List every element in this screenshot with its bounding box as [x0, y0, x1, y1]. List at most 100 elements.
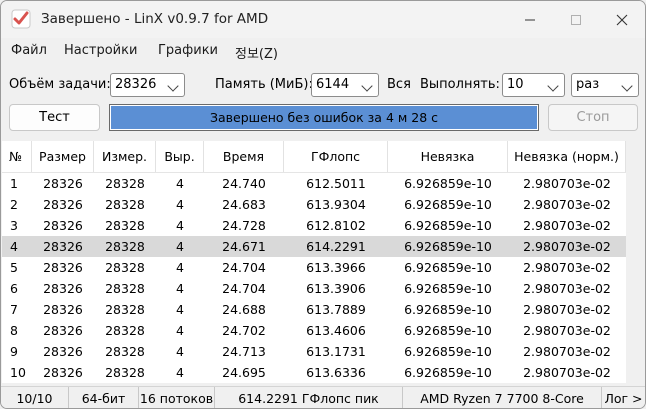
- cell-col-align: 4: [176, 365, 184, 380]
- maximize-button[interactable]: [553, 1, 599, 38]
- cell-col-size: 28326: [43, 281, 83, 296]
- cell-col-dimension: 28328: [105, 197, 145, 212]
- cell-col-gflops: 613.9304: [306, 197, 366, 212]
- cell-col-dimension: 28328: [105, 323, 145, 338]
- table-row[interactable]: 2 28326 28328 4 24.683 613.9304 6.926859e-10 2.…: [2, 194, 626, 215]
- progress-bar: Завершено без ошибок за 4 м 28 с: [109, 104, 539, 131]
- header-col-residual[interactable]: Невязка: [388, 141, 508, 172]
- cell-col-align: 4: [176, 176, 184, 191]
- window-title: Завершено - LinX v0.9.7 for AMD: [41, 11, 269, 27]
- minimize-icon: [525, 19, 535, 20]
- cell-col-size: 28326: [43, 302, 83, 317]
- header-col-gflops[interactable]: ГФлопс: [284, 141, 388, 172]
- cell-col-dimension: 28328: [105, 281, 145, 296]
- cell-col-gflops: 612.5011: [306, 176, 366, 191]
- problem-size-value: 28326: [115, 77, 157, 92]
- cell-col-align: 4: [176, 197, 184, 212]
- test-button[interactable]: Тест: [9, 104, 100, 131]
- header-col-size[interactable]: Размер: [32, 141, 94, 172]
- cell-col-number: 7: [10, 302, 18, 317]
- cell-col-align: 4: [176, 218, 184, 233]
- status-progress: 10/10: [1, 387, 69, 408]
- cell-col-size: 28326: [43, 176, 83, 191]
- run-unit-value: раз: [576, 77, 600, 92]
- cell-col-time: 24.671: [222, 239, 266, 254]
- cell-col-number: 1: [10, 176, 18, 191]
- cell-col-dimension: 28328: [105, 239, 145, 254]
- minimize-button[interactable]: [507, 1, 553, 38]
- cell-col-size: 28326: [43, 239, 83, 254]
- memory-label: Память (МиБ):: [215, 77, 313, 92]
- cell-col-dimension: 28328: [105, 260, 145, 275]
- chevron-down-icon: [361, 80, 373, 92]
- cell-col-residual-norm: 2.980703e-02: [523, 197, 611, 212]
- cell-col-gflops: 613.6336: [306, 365, 366, 380]
- cell-col-residual: 6.926859e-10: [404, 197, 492, 212]
- run-unit-combo[interactable]: раз: [571, 73, 639, 97]
- header-col-number[interactable]: №: [2, 141, 32, 172]
- menu-file[interactable]: Файл: [11, 43, 47, 58]
- cell-col-dimension: 28328: [105, 176, 145, 191]
- table-row[interactable]: 9 28326 28328 4 24.713 613.1731 6.926859e-10 2.…: [2, 341, 626, 362]
- problem-size-combo[interactable]: 28326: [110, 73, 185, 97]
- cell-col-align: 4: [176, 281, 184, 296]
- table-scrollbar[interactable]: [626, 141, 645, 383]
- cell-col-align: 4: [176, 239, 184, 254]
- cell-col-residual: 6.926859e-10: [404, 176, 492, 191]
- cell-col-time: 24.702: [222, 323, 266, 338]
- cell-col-dimension: 28328: [105, 302, 145, 317]
- run-count-combo[interactable]: 10: [502, 73, 565, 97]
- cell-col-time: 24.713: [222, 344, 266, 359]
- cell-col-gflops: 613.3906: [306, 281, 366, 296]
- cell-col-time: 24.683: [222, 197, 266, 212]
- status-bar: 10/10 64-бит 16 потоков 614.2291 ГФлопс пик…: [1, 386, 645, 408]
- cell-col-number: 4: [10, 239, 18, 254]
- cell-col-residual-norm: 2.980703e-02: [523, 218, 611, 233]
- header-col-dimension[interactable]: Измер.: [94, 141, 156, 172]
- table-row[interactable]: 1 28326 28328 4 24.740 612.5011 6.926859e-10 2.…: [2, 173, 626, 194]
- progress-text: Завершено без ошибок за 4 м 28 с: [209, 110, 439, 125]
- cell-col-align: 4: [176, 302, 184, 317]
- results-table: № Размер Измер. Выр. Время ГФлопс Невязка Невяз…: [2, 141, 626, 383]
- header-col-residual-norm[interactable]: Невязка (норм.): [508, 141, 626, 172]
- cell-col-time: 24.704: [222, 281, 266, 296]
- header-col-align[interactable]: Выр.: [156, 141, 204, 172]
- all-memory-label[interactable]: Вся: [387, 77, 411, 92]
- cell-col-time: 24.704: [222, 260, 266, 275]
- cell-col-align: 4: [176, 260, 184, 275]
- cell-col-size: 28326: [43, 323, 83, 338]
- table-row[interactable]: 6 28326 28328 4 24.704 613.3906 6.926859e-10 2.…: [2, 278, 626, 299]
- menu-settings[interactable]: Настройки: [64, 43, 137, 58]
- checkmark-icon: [11, 9, 31, 29]
- cell-col-time: 24.728: [222, 218, 266, 233]
- cell-col-residual: 6.926859e-10: [404, 239, 492, 254]
- close-button[interactable]: [599, 1, 645, 38]
- cell-col-residual: 6.926859e-10: [404, 323, 492, 338]
- cell-col-residual-norm: 2.980703e-02: [523, 323, 611, 338]
- cell-col-number: 6: [10, 281, 18, 296]
- stop-button[interactable]: Стоп: [548, 104, 638, 131]
- problem-size-label: Объём задачи:: [9, 77, 111, 92]
- table-row[interactable]: 8 28326 28328 4 24.702 613.4606 6.926859e-10 2.…: [2, 320, 626, 341]
- menu-graphs[interactable]: Графики: [158, 43, 218, 58]
- status-peak-gflops: 614.2291 ГФлопс пик: [215, 387, 403, 408]
- table-row[interactable]: 4 28326 28328 4 24.671 614.2291 6.926859e-10 2.…: [2, 236, 626, 257]
- chevron-down-icon: [621, 80, 633, 92]
- table-row[interactable]: 5 28326 28328 4 24.704 613.3966 6.926859e-10 2.…: [2, 257, 626, 278]
- cell-col-size: 28326: [43, 344, 83, 359]
- title-bar[interactable]: Завершено - LinX v0.9.7 for AMD: [1, 1, 645, 38]
- cell-col-residual-norm: 2.980703e-02: [523, 344, 611, 359]
- cell-col-residual-norm: 2.980703e-02: [523, 239, 611, 254]
- menu-info[interactable]: 정보(Z): [235, 43, 278, 62]
- cell-col-number: 5: [10, 260, 18, 275]
- cell-col-residual-norm: 2.980703e-02: [523, 260, 611, 275]
- header-col-time[interactable]: Время: [204, 141, 284, 172]
- table-row[interactable]: 10 28326 28328 4 24.695 613.6336 6.926859e-10 2…: [2, 362, 626, 383]
- cell-col-dimension: 28328: [105, 344, 145, 359]
- memory-combo[interactable]: 6144: [311, 73, 379, 97]
- table-row[interactable]: 3 28326 28328 4 24.728 612.8102 6.926859e-10 2.…: [2, 215, 626, 236]
- cell-col-align: 4: [176, 344, 184, 359]
- status-log-button[interactable]: Лог >: [602, 387, 645, 408]
- table-row[interactable]: 7 28326 28328 4 24.688 613.7889 6.926859e-10 2.…: [2, 299, 626, 320]
- memory-value: 6144: [316, 77, 350, 92]
